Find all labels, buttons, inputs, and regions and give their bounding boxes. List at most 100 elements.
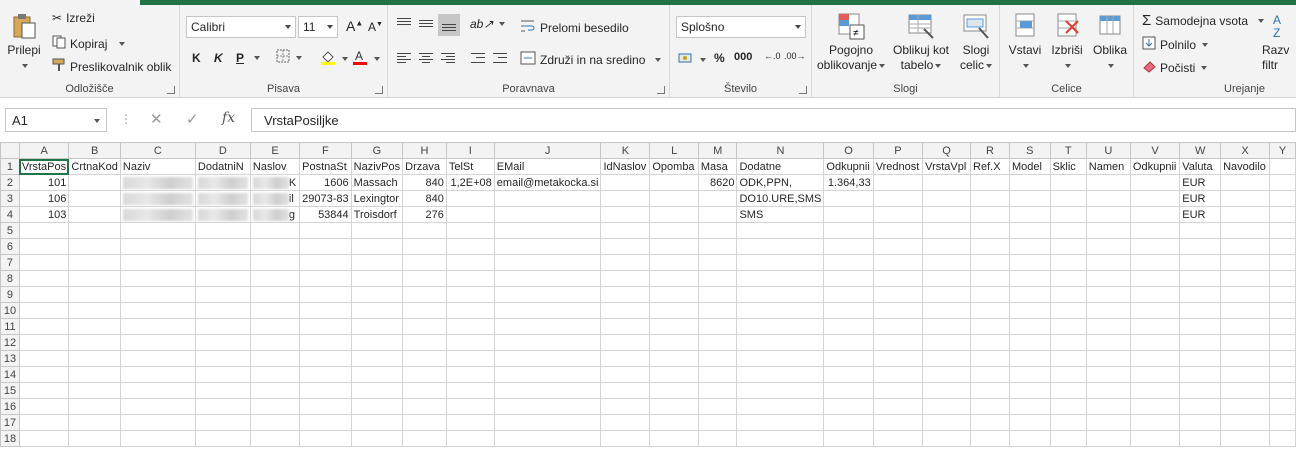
cell[interactable] bbox=[299, 398, 352, 415]
cell[interactable] bbox=[249, 430, 301, 447]
cell[interactable] bbox=[872, 286, 924, 303]
formula-input[interactable]: VrstaPosiljke bbox=[251, 108, 1296, 132]
cell[interactable] bbox=[872, 318, 924, 335]
cell[interactable] bbox=[736, 254, 825, 271]
cell[interactable] bbox=[697, 366, 738, 383]
cell[interactable] bbox=[18, 238, 70, 255]
paste-button[interactable]: Prilepi bbox=[6, 11, 42, 73]
cell[interactable] bbox=[872, 270, 924, 287]
column-header[interactable]: X bbox=[1220, 142, 1270, 159]
cell[interactable] bbox=[600, 366, 651, 383]
cell[interactable] bbox=[1049, 222, 1087, 239]
column-header[interactable]: B bbox=[68, 142, 121, 159]
cell[interactable] bbox=[299, 382, 352, 399]
cell[interactable] bbox=[445, 398, 495, 415]
cell[interactable] bbox=[1129, 302, 1181, 319]
cell[interactable] bbox=[600, 350, 651, 367]
cell[interactable] bbox=[350, 270, 404, 287]
cell[interactable] bbox=[823, 222, 874, 239]
cell[interactable] bbox=[823, 414, 874, 431]
cell[interactable]: Model bbox=[1009, 158, 1051, 175]
column-header[interactable]: R bbox=[970, 142, 1010, 159]
cell[interactable]: Masa bbox=[697, 158, 738, 175]
cell[interactable]: Valuta bbox=[1179, 158, 1222, 175]
cell[interactable] bbox=[649, 366, 699, 383]
cell[interactable] bbox=[600, 190, 651, 207]
cell[interactable] bbox=[493, 398, 602, 415]
cell[interactable] bbox=[970, 414, 1010, 431]
cell[interactable] bbox=[970, 350, 1010, 367]
cell[interactable] bbox=[1129, 174, 1181, 191]
cell[interactable]: Drzava bbox=[402, 158, 447, 175]
cell[interactable] bbox=[493, 350, 602, 367]
cell[interactable] bbox=[649, 270, 699, 287]
cell[interactable] bbox=[697, 222, 738, 239]
cell[interactable]: Ref.X bbox=[970, 158, 1010, 175]
cell[interactable] bbox=[350, 334, 404, 351]
cell[interactable] bbox=[68, 350, 121, 367]
cell[interactable] bbox=[1269, 302, 1296, 319]
cell[interactable] bbox=[1179, 366, 1222, 383]
cell[interactable] bbox=[697, 190, 738, 207]
cell[interactable] bbox=[1129, 382, 1181, 399]
column-header[interactable]: N bbox=[736, 142, 825, 159]
cell[interactable] bbox=[68, 238, 121, 255]
cell[interactable] bbox=[18, 318, 70, 335]
italic-button[interactable]: K bbox=[214, 51, 223, 65]
cell[interactable] bbox=[1085, 430, 1131, 447]
cell[interactable]: 101 bbox=[18, 174, 70, 191]
cell[interactable] bbox=[736, 318, 825, 335]
insert-function-icon[interactable]: fx bbox=[222, 110, 235, 126]
cell[interactable] bbox=[350, 398, 404, 415]
cell[interactable] bbox=[1049, 254, 1087, 271]
cell[interactable]: CrtnaKod bbox=[68, 158, 121, 175]
row-header[interactable]: 8 bbox=[0, 270, 20, 287]
cell[interactable] bbox=[350, 222, 404, 239]
align-middle-button[interactable] bbox=[418, 17, 434, 31]
cell[interactable] bbox=[649, 334, 699, 351]
cell[interactable] bbox=[1085, 318, 1131, 335]
cell[interactable] bbox=[1269, 318, 1296, 335]
cell[interactable] bbox=[299, 350, 352, 367]
cell[interactable]: K bbox=[249, 174, 301, 191]
cell[interactable]: Namen bbox=[1085, 158, 1131, 175]
cell[interactable] bbox=[872, 398, 924, 415]
cell[interactable] bbox=[649, 190, 699, 207]
column-header[interactable]: C bbox=[119, 142, 196, 159]
cell[interactable] bbox=[1085, 302, 1131, 319]
increase-decimal-button[interactable]: ←.0 bbox=[764, 51, 781, 61]
row-header[interactable]: 18 bbox=[0, 430, 20, 447]
sort-filter-button[interactable]: AZ Razv filtr bbox=[1262, 11, 1296, 73]
cell[interactable] bbox=[649, 414, 699, 431]
cell[interactable] bbox=[736, 398, 825, 415]
cell[interactable] bbox=[600, 398, 651, 415]
cell[interactable] bbox=[970, 190, 1010, 207]
cell[interactable] bbox=[402, 286, 447, 303]
cell[interactable] bbox=[249, 334, 301, 351]
row-header[interactable]: 10 bbox=[0, 302, 20, 319]
column-header[interactable]: S bbox=[1009, 142, 1051, 159]
cell[interactable] bbox=[649, 318, 699, 335]
cell[interactable] bbox=[649, 398, 699, 415]
cell[interactable] bbox=[1085, 190, 1131, 207]
cell[interactable] bbox=[445, 350, 495, 367]
cell[interactable]: ODK,PPN, bbox=[736, 174, 825, 191]
cell[interactable] bbox=[1179, 334, 1222, 351]
cell[interactable] bbox=[823, 318, 874, 335]
cell[interactable] bbox=[922, 174, 972, 191]
align-bottom-button[interactable] bbox=[438, 14, 460, 36]
cell[interactable] bbox=[1049, 382, 1087, 399]
cell[interactable] bbox=[119, 398, 196, 415]
cell[interactable] bbox=[823, 270, 874, 287]
cell[interactable] bbox=[736, 334, 825, 351]
cancel-icon[interactable]: ✕ bbox=[150, 110, 163, 128]
cell[interactable] bbox=[299, 414, 352, 431]
conditional-formatting-button[interactable]: ≠ Pogojno oblikovanje bbox=[816, 11, 886, 73]
cell[interactable] bbox=[1009, 366, 1051, 383]
cell[interactable] bbox=[18, 254, 70, 271]
cell[interactable] bbox=[249, 318, 301, 335]
cell[interactable] bbox=[1049, 190, 1087, 207]
decrease-indent-button[interactable] bbox=[470, 51, 486, 65]
row-header[interactable]: 6 bbox=[0, 238, 20, 255]
cell[interactable] bbox=[1269, 350, 1296, 367]
